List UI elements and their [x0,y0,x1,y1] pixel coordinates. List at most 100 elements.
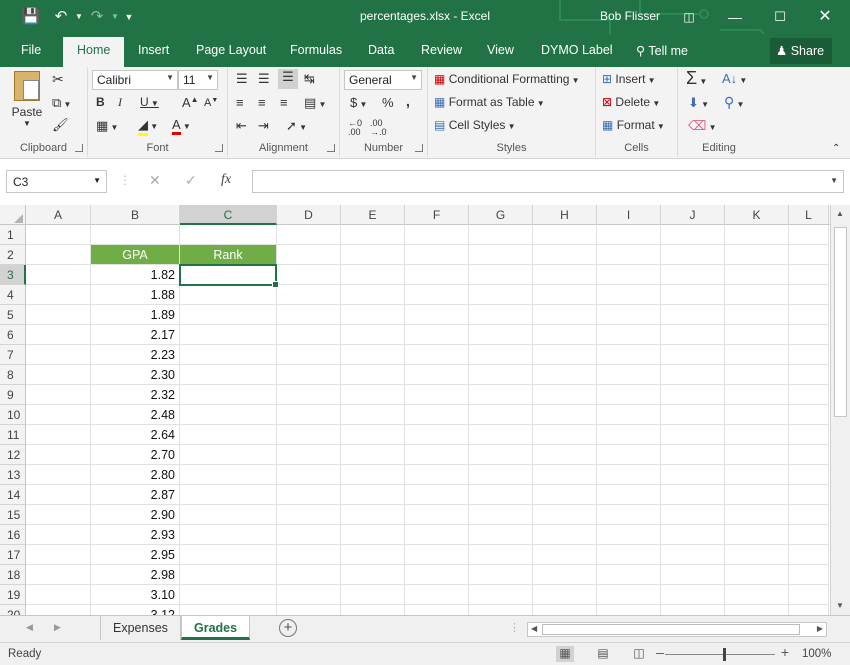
cell-f13[interactable] [405,465,469,485]
cell-d13[interactable] [277,465,341,485]
cell-f8[interactable] [405,365,469,385]
cell-g18[interactable] [469,565,533,585]
column-header-k[interactable]: K [725,205,789,225]
cell-i5[interactable] [597,305,661,325]
cell-h9[interactable] [533,385,597,405]
new-sheet-button[interactable]: + [279,619,297,637]
cell-k7[interactable] [725,345,789,365]
column-header-d[interactable]: D [277,205,341,225]
cell-l14[interactable] [789,485,829,505]
column-header-c[interactable]: C [180,205,277,225]
font-name-combo[interactable]: Calibri ▼ [92,70,178,90]
cell-c7[interactable] [180,345,277,365]
cell-b7[interactable]: 2.23 [91,345,180,365]
cell-h16[interactable] [533,525,597,545]
cell-e20[interactable] [341,605,405,615]
prev-sheet-icon[interactable]: ◀ [26,622,33,633]
insert-cells-button[interactable]: ⊞ Insert ▼ [602,72,656,86]
cell-a2[interactable] [26,245,91,265]
cell-b5[interactable]: 1.89 [91,305,180,325]
scroll-left-icon[interactable]: ◀ [531,624,537,633]
cell-f1[interactable] [405,225,469,245]
conditional-formatting-button[interactable]: ▦ Conditional Formatting ▼ [434,72,580,86]
cell-a9[interactable] [26,385,91,405]
cell-e4[interactable] [341,285,405,305]
autosum-icon[interactable]: Σ ▼ [686,68,707,89]
bold-button[interactable]: B [96,95,105,109]
cell-i12[interactable] [597,445,661,465]
decrease-decimal-icon[interactable]: .00 →.0 [370,119,387,137]
cell-f4[interactable] [405,285,469,305]
cell-a3[interactable] [26,265,91,285]
cell-c12[interactable] [180,445,277,465]
cell-f3[interactable] [405,265,469,285]
cell-d17[interactable] [277,545,341,565]
row-header[interactable]: 18 [0,565,26,585]
cell-f2[interactable] [405,245,469,265]
cell-h4[interactable] [533,285,597,305]
sheet-tab-expenses[interactable]: Expenses [100,616,181,640]
cell-b15[interactable]: 2.90 [91,505,180,525]
cell-a19[interactable] [26,585,91,605]
cell-e2[interactable] [341,245,405,265]
zoom-out-icon[interactable]: – [651,644,669,660]
cell-b8[interactable]: 2.30 [91,365,180,385]
cell-k6[interactable] [725,325,789,345]
number-format-combo[interactable]: General ▼ [344,70,422,90]
align-middle-icon[interactable]: ☰ [258,71,270,87]
zoom-slider[interactable] [665,654,775,655]
cell-k12[interactable] [725,445,789,465]
tab-insert[interactable]: Insert [138,43,169,57]
cell-g10[interactable] [469,405,533,425]
cell-c17[interactable] [180,545,277,565]
cell-g19[interactable] [469,585,533,605]
cell-h6[interactable] [533,325,597,345]
cell-j8[interactable] [661,365,725,385]
cell-e7[interactable] [341,345,405,365]
cell-f10[interactable] [405,405,469,425]
cell-g7[interactable] [469,345,533,365]
cell-h2[interactable] [533,245,597,265]
row-header[interactable]: 10 [0,405,26,425]
column-header-a[interactable]: A [26,205,91,225]
normal-view-icon[interactable]: ▦ [556,646,574,662]
tab-review[interactable]: Review [421,43,462,57]
cell-f7[interactable] [405,345,469,365]
cell-i6[interactable] [597,325,661,345]
cell-d7[interactable] [277,345,341,365]
tell-me-box[interactable]: ⚲ Tell me [636,43,688,58]
font-color-icon[interactable]: A ▼ [172,117,191,135]
cell-g12[interactable] [469,445,533,465]
cell-e18[interactable] [341,565,405,585]
cell-b3[interactable]: 1.82 [91,265,180,285]
orientation-icon[interactable]: ➚ ▼ [286,118,307,134]
cell-g1[interactable] [469,225,533,245]
cell-h18[interactable] [533,565,597,585]
cell-j10[interactable] [661,405,725,425]
cell-l5[interactable] [789,305,829,325]
font-size-combo[interactable]: 11 ▼ [178,70,218,90]
cell-l12[interactable] [789,445,829,465]
cell-g20[interactable] [469,605,533,615]
cell-a16[interactable] [26,525,91,545]
cell-a11[interactable] [26,425,91,445]
cell-d4[interactable] [277,285,341,305]
cell-d2[interactable] [277,245,341,265]
underline-button[interactable]: U ▼ [140,95,159,109]
cell-b13[interactable]: 2.80 [91,465,180,485]
cell-j12[interactable] [661,445,725,465]
tab-formulas[interactable]: Formulas [290,43,342,57]
cell-b19[interactable]: 3.10 [91,585,180,605]
cell-a6[interactable] [26,325,91,345]
cell-h8[interactable] [533,365,597,385]
minimize-icon[interactable]: — [721,6,749,28]
cell-d18[interactable] [277,565,341,585]
cell-a12[interactable] [26,445,91,465]
row-header[interactable]: 9 [0,385,26,405]
cell-g8[interactable] [469,365,533,385]
tab-data[interactable]: Data [368,43,394,57]
vertical-scrollbar[interactable]: ▲ ▼ [830,205,850,615]
cell-l9[interactable] [789,385,829,405]
cell-k3[interactable] [725,265,789,285]
cell-i9[interactable] [597,385,661,405]
